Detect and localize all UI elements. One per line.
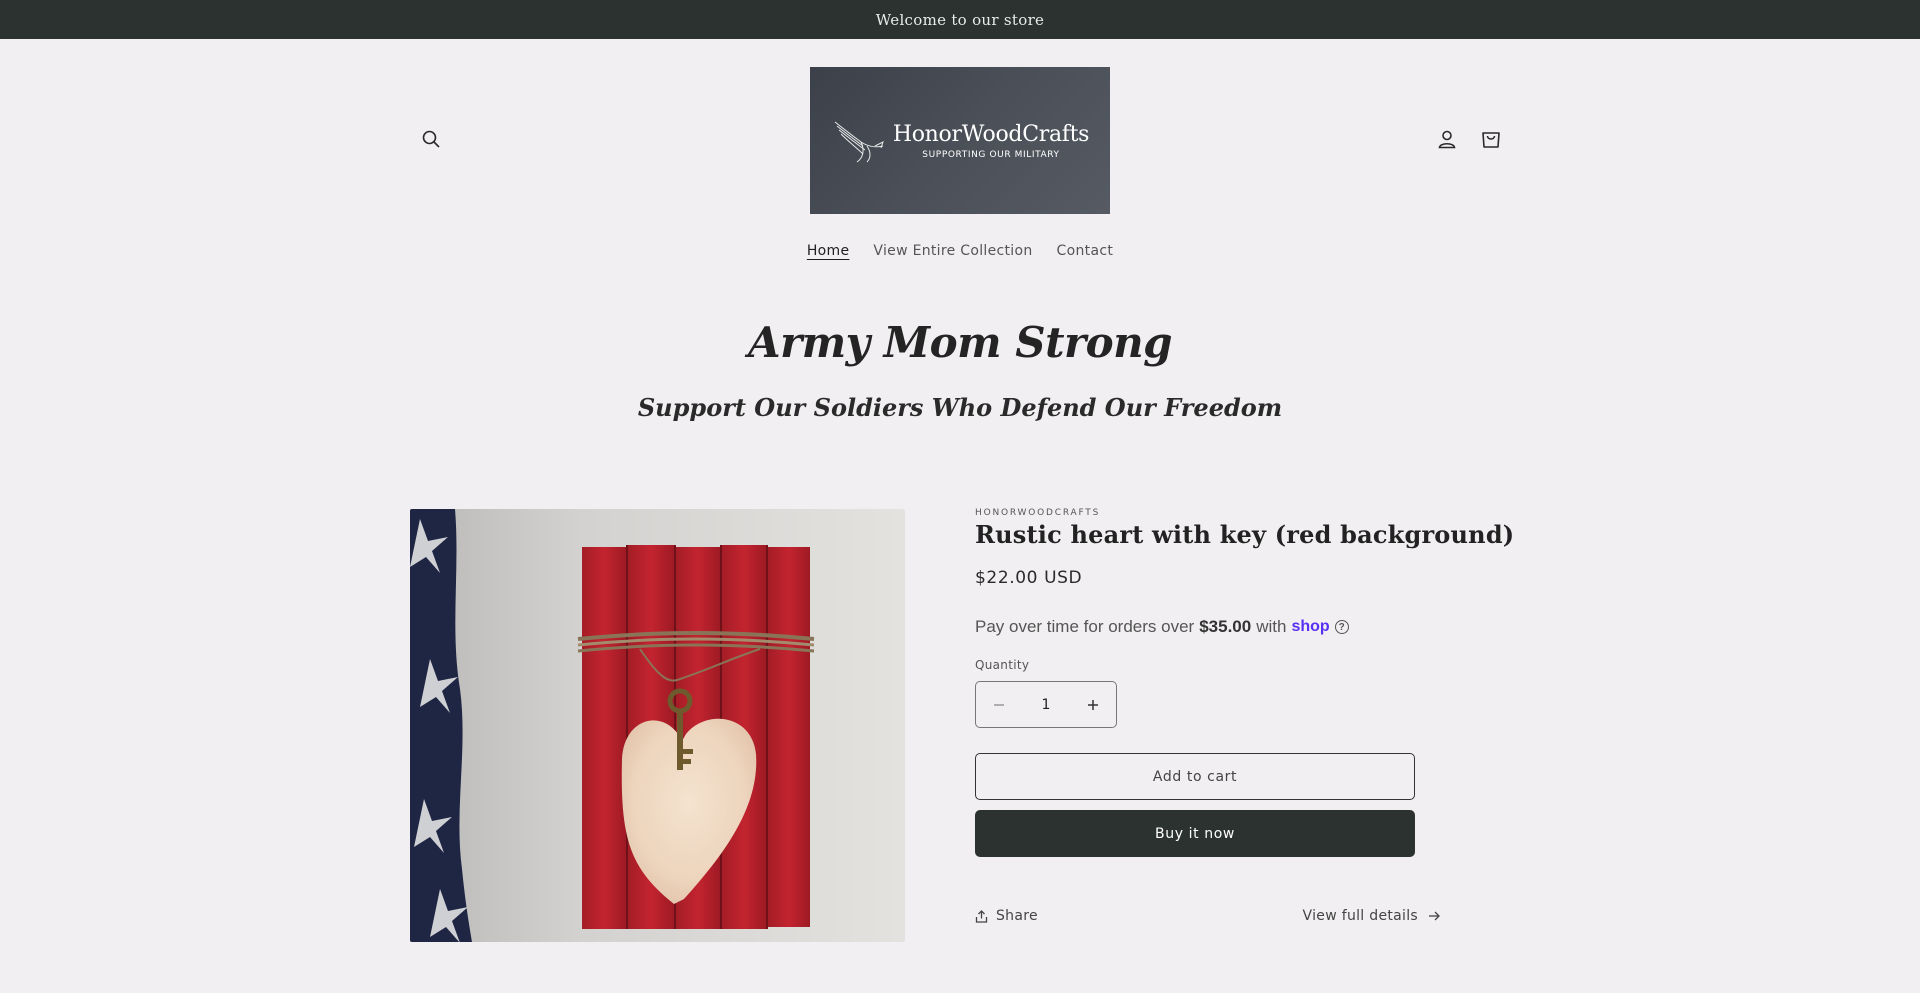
product-price: $22.00 USD xyxy=(975,568,1083,588)
cart-icon xyxy=(1482,132,1500,148)
installments-amount: $35.00 xyxy=(1199,617,1252,636)
hero-subtitle: Support Our Soldiers Who Defend Our Free… xyxy=(637,393,1283,422)
quantity-stepper xyxy=(975,681,1117,728)
help-icon[interactable]: ? xyxy=(1334,620,1349,634)
logo-tagline: SUPPORTING OUR MILITARY xyxy=(922,149,1060,160)
product-vendor: HONORWOODCRAFTS xyxy=(975,508,1101,518)
main-navigation: Home View Entire Collection Contact xyxy=(0,243,1920,259)
nav-item-home[interactable]: Home xyxy=(807,243,850,259)
product-photo xyxy=(410,509,905,942)
arrow-right-icon xyxy=(1429,911,1440,921)
share-label: Share xyxy=(996,908,1038,924)
minus-icon xyxy=(994,703,1004,706)
cart-button[interactable] xyxy=(1473,121,1509,157)
logo-name: HonorWoodCrafts xyxy=(892,121,1090,147)
announcement-text: Welcome to our store xyxy=(875,10,1045,29)
shop-pay-installments: Pay over time for orders over $35.00 wit… xyxy=(975,617,1349,637)
search-icon xyxy=(422,130,440,148)
search-button[interactable] xyxy=(413,121,449,157)
buy-it-now-button[interactable]: Buy it now xyxy=(975,810,1415,857)
quantity-label: Quantity xyxy=(975,658,1030,672)
account-button[interactable] xyxy=(1429,121,1465,157)
installments-prefix: Pay over time for orders over xyxy=(975,617,1195,636)
shop-pay-link[interactable]: shop xyxy=(1291,618,1329,636)
eagle-logo-icon xyxy=(834,121,884,162)
share-icon xyxy=(975,909,988,923)
quantity-decrease-button[interactable] xyxy=(976,682,1022,727)
hero-title: Army Mom Strong xyxy=(747,318,1173,367)
quantity-input[interactable] xyxy=(1022,696,1070,713)
store-logo[interactable]: HonorWoodCrafts SUPPORTING OUR MILITARY xyxy=(810,67,1110,214)
nav-item-view-entire-collection[interactable]: View Entire Collection xyxy=(873,243,1032,259)
nav-item-contact[interactable]: Contact xyxy=(1057,243,1114,259)
view-full-details-label: View full details xyxy=(1302,908,1418,924)
quantity-increase-button[interactable] xyxy=(1070,682,1116,727)
product-title: Rustic heart with key (red background) xyxy=(975,520,1515,549)
account-icon xyxy=(1438,130,1456,149)
view-full-details-link[interactable]: View full details xyxy=(1303,908,1440,924)
product-image[interactable] xyxy=(410,509,905,942)
share-button[interactable]: Share xyxy=(975,908,1038,924)
add-to-cart-button[interactable]: Add to cart xyxy=(975,753,1415,800)
installments-with: with xyxy=(1256,617,1287,636)
announcement-bar: Welcome to our store xyxy=(0,0,1920,39)
plus-icon xyxy=(1088,699,1098,710)
